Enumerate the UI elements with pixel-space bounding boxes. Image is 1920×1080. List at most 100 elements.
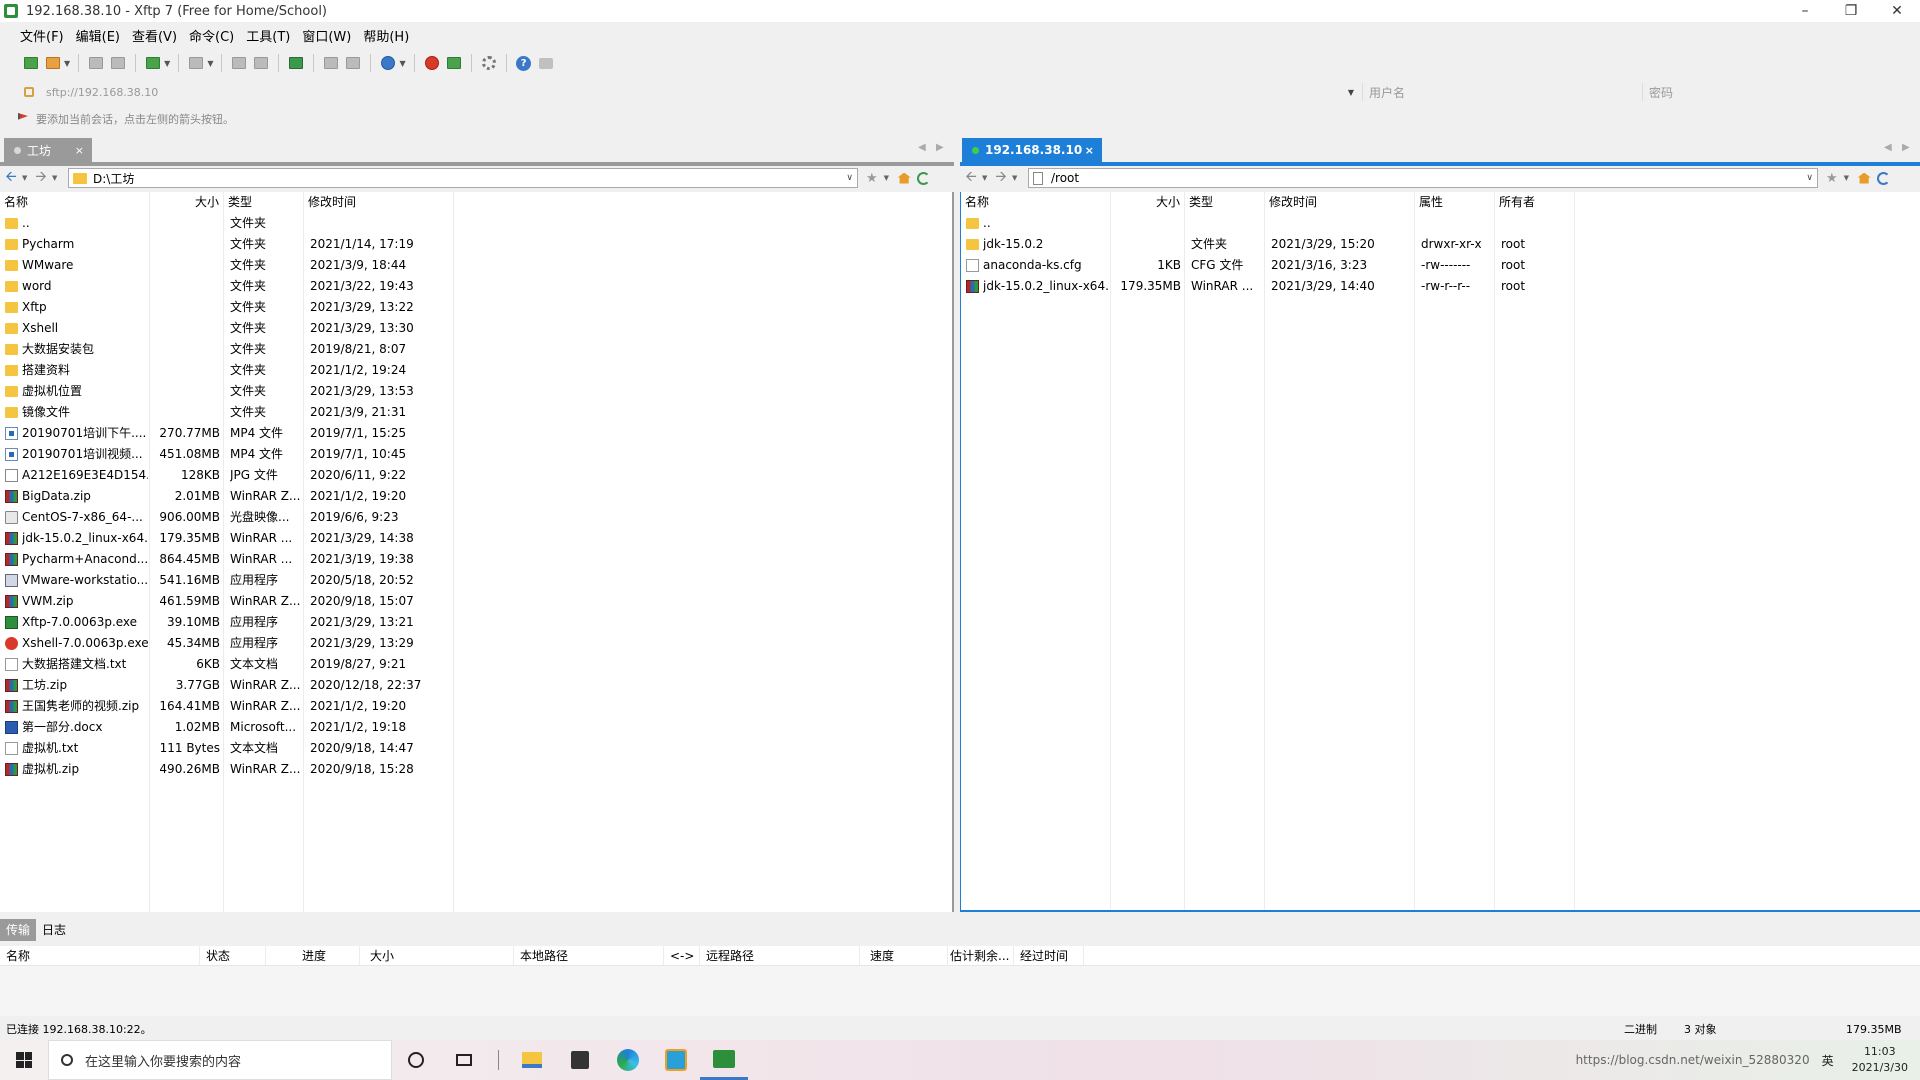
tab-scroll-left-icon[interactable]: ◀: [918, 142, 926, 153]
open-session-button[interactable]: [44, 54, 62, 72]
xfer-col-name[interactable]: 名称: [0, 946, 200, 966]
options-button[interactable]: [480, 54, 498, 72]
file-row[interactable]: jdk-15.0.2_linux-x64... 179.35MB WinRAR ..…: [961, 276, 1920, 297]
bookmark-star-icon[interactable]: ★: [1826, 171, 1838, 186]
sync-button[interactable]: [287, 54, 305, 72]
file-row[interactable]: 虚拟机.txt 111 Bytes 文本文档 2020/9/18, 14:47: [0, 738, 952, 759]
path-dropdown-icon[interactable]: ∨: [846, 173, 853, 183]
close-tab-icon[interactable]: ×: [75, 144, 84, 157]
task-view-button[interactable]: [440, 1040, 488, 1080]
feedback-button[interactable]: [537, 54, 555, 72]
tab-scroll-right-icon[interactable]: ▶: [1902, 142, 1910, 153]
username-field[interactable]: 用户名: [1362, 83, 1642, 101]
layout-dropdown-icon[interactable]: ▼: [207, 59, 213, 68]
file-row[interactable]: Xftp 文件夹 2021/3/29, 13:22: [0, 297, 952, 318]
xftp-taskbar-button[interactable]: [700, 1040, 748, 1080]
file-row[interactable]: jdk-15.0.2_linux-x64... 179.35MB WinRAR ..…: [0, 528, 952, 549]
store-button[interactable]: [556, 1040, 604, 1080]
file-row[interactable]: A212E169E3E4D154... 128KB JPG 文件 2020/6/11,…: [0, 465, 952, 486]
forward-dropdown-icon[interactable]: ▼: [52, 174, 60, 182]
home-icon[interactable]: [1857, 172, 1871, 184]
xftp-button[interactable]: [445, 54, 463, 72]
upload-button[interactable]: [322, 54, 340, 72]
file-row[interactable]: 虚拟机.zip 490.26MB WinRAR Z... 2020/9/18, 15:…: [0, 759, 952, 780]
reconnect-button[interactable]: [87, 54, 105, 72]
encoding-button[interactable]: [379, 54, 397, 72]
remote-file-list[interactable]: 名称 大小 类型 修改时间 属性 所有者 .. jdk-15.0.2 文件夹 2021…: [960, 192, 1920, 912]
back-arrow-icon[interactable]: 🡨: [960, 166, 982, 190]
col-type[interactable]: 类型: [224, 192, 304, 210]
xfer-col-size[interactable]: 大小: [364, 946, 514, 966]
new-window-button[interactable]: [144, 54, 162, 72]
paste-button[interactable]: [252, 54, 270, 72]
file-row[interactable]: 大数据搭建文档.txt 6KB 文本文档 2019/8/27, 9:21: [0, 654, 952, 675]
file-row[interactable]: word 文件夹 2021/3/22, 19:43: [0, 276, 952, 297]
file-row[interactable]: WMware 文件夹 2021/3/9, 18:44: [0, 255, 952, 276]
file-row[interactable]: 虚拟机位置 文件夹 2021/3/29, 13:53: [0, 381, 952, 402]
xshell-taskbar-button[interactable]: [652, 1040, 700, 1080]
open-dropdown-icon[interactable]: ▼: [64, 59, 70, 68]
file-row[interactable]: VMware-workstatio... 541.16MB 应用程序 2020/5/1…: [0, 570, 952, 591]
tab-scroll-left-icon[interactable]: ◀: [1884, 142, 1892, 153]
xfer-col-local-path[interactable]: 本地路径: [514, 946, 664, 966]
xfer-col-speed[interactable]: 速度: [864, 946, 948, 966]
menu-window[interactable]: 窗口(W): [296, 26, 357, 45]
tab-transfer[interactable]: 传输: [0, 919, 37, 941]
file-row[interactable]: 王国隽老师的视频.zip 164.41MB WinRAR Z... 2021/1/2,…: [0, 696, 952, 717]
xfer-col-elapsed[interactable]: 经过时间: [1014, 946, 1084, 966]
copy-button[interactable]: [230, 54, 248, 72]
tab-remote[interactable]: 192.168.38.10 ×: [962, 138, 1102, 162]
layout-button[interactable]: [187, 54, 205, 72]
back-dropdown-icon[interactable]: ▼: [982, 174, 990, 182]
close-tab-icon[interactable]: ×: [1085, 144, 1094, 157]
file-row[interactable]: Pycharm+Anacond... 864.45MB WinRAR ... 2021…: [0, 549, 952, 570]
menu-file[interactable]: 文件(F): [14, 26, 70, 45]
menu-edit[interactable]: 编辑(E): [70, 26, 126, 45]
edge-button[interactable]: [604, 1040, 652, 1080]
refresh-icon[interactable]: [916, 171, 930, 185]
download-button[interactable]: [344, 54, 362, 72]
col-mtime[interactable]: 修改时间: [304, 192, 454, 210]
disconnect-button[interactable]: [109, 54, 127, 72]
back-dropdown-icon[interactable]: ▼: [22, 174, 30, 182]
file-row[interactable]: ..: [961, 213, 1920, 234]
tab-scroll-right-icon[interactable]: ▶: [936, 142, 944, 153]
ime-indicator[interactable]: 英: [1822, 1052, 1834, 1069]
new-session-button[interactable]: [22, 54, 40, 72]
file-row[interactable]: Xftp-7.0.0063p.exe 39.10MB 应用程序 2021/3/29, …: [0, 612, 952, 633]
xshell-button[interactable]: [423, 54, 441, 72]
encoding-dropdown-icon[interactable]: ▼: [399, 59, 405, 68]
col-size[interactable]: 大小: [1111, 192, 1185, 210]
start-button[interactable]: [0, 1040, 48, 1080]
file-row[interactable]: Xshell-7.0.0063p.exe 45.34MB 应用程序 2021/3/29…: [0, 633, 952, 654]
address-dropdown-icon[interactable]: ▼: [1348, 88, 1354, 97]
file-row[interactable]: 20190701培训下午.... 270.77MB MP4 文件 2019/7/1, …: [0, 423, 952, 444]
xfer-col-status[interactable]: 状态: [200, 946, 266, 966]
local-file-list[interactable]: 名称 大小 类型 修改时间 .. 文件夹 Pycharm 文件夹 2021/1/14, …: [0, 192, 954, 912]
col-attributes[interactable]: 属性: [1415, 192, 1495, 210]
bookmark-dropdown-icon[interactable]: ▼: [1844, 174, 1852, 182]
col-owner[interactable]: 所有者: [1495, 192, 1575, 210]
menu-view[interactable]: 查看(V): [126, 26, 183, 45]
menu-tools[interactable]: 工具(T): [240, 26, 296, 45]
host-address-input[interactable]: sftp://192.168.38.10 ▼: [42, 83, 1362, 101]
col-name[interactable]: 名称: [961, 192, 1111, 210]
col-size[interactable]: 大小: [150, 192, 224, 210]
menu-command[interactable]: 命令(C): [183, 26, 240, 45]
minimize-button[interactable]: –: [1782, 0, 1828, 22]
transfer-list[interactable]: [0, 966, 1920, 1016]
col-mtime[interactable]: 修改时间: [1265, 192, 1415, 210]
col-type[interactable]: 类型: [1185, 192, 1265, 210]
file-row[interactable]: Pycharm 文件夹 2021/1/14, 17:19: [0, 234, 952, 255]
close-button[interactable]: ✕: [1874, 0, 1920, 22]
back-arrow-icon[interactable]: 🡨: [0, 166, 22, 190]
xfer-col-eta[interactable]: 估计剩余...: [944, 946, 1014, 966]
forward-arrow-icon[interactable]: 🡪: [30, 166, 52, 190]
file-explorer-button[interactable]: [508, 1040, 556, 1080]
bookmark-dropdown-icon[interactable]: ▼: [884, 174, 892, 182]
file-row[interactable]: 搭建资料 文件夹 2021/1/2, 19:24: [0, 360, 952, 381]
file-row[interactable]: anaconda-ks.cfg 1KB CFG 文件 2021/3/16, 3:23 -…: [961, 255, 1920, 276]
file-row[interactable]: 镜像文件 文件夹 2021/3/9, 21:31: [0, 402, 952, 423]
clock[interactable]: 11:03 2021/3/30: [1852, 1044, 1908, 1076]
path-dropdown-icon[interactable]: ∨: [1806, 173, 1813, 183]
